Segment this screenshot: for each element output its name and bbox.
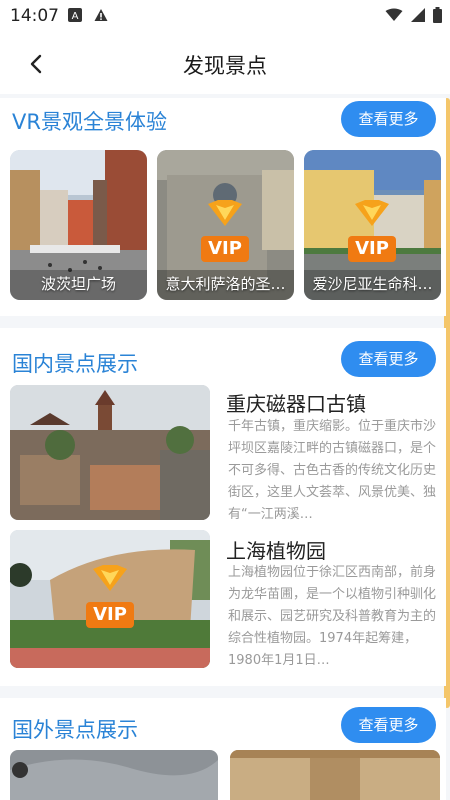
spot-description: 千年古镇，重庆缩影。位于重庆市沙坪坝区嘉陵江畔的古镇磁器口，是个不可多得、古色古… — [228, 419, 437, 522]
vip-crown-icon — [355, 200, 389, 226]
abroad-photo-1 — [10, 750, 218, 800]
vip-badge: VIP — [86, 602, 134, 628]
top-bar: 发现景点 — [0, 32, 450, 94]
vr-card-salo[interactable]: VIP 意大利萨洛的圣… — [157, 150, 294, 300]
abroad-section-title: 国外景点展示 — [12, 718, 138, 742]
abroad-image-1[interactable] — [10, 750, 218, 800]
domestic-more-button[interactable]: 查看更多 — [341, 341, 436, 377]
vip-crown-icon — [93, 565, 127, 591]
vr-card-estonia[interactable]: VIP 爱沙尼亚生命科… — [304, 150, 441, 300]
botanical-photo — [10, 530, 210, 668]
abroad-more-button[interactable]: 查看更多 — [341, 707, 436, 743]
signal-icon — [411, 8, 425, 22]
vr-caption: 意大利萨洛的圣… — [165, 275, 286, 293]
vr-card-potsdamer-platz[interactable]: 波茨坦广场 — [10, 150, 147, 300]
vr-section-title: VR景观全景体验 — [12, 110, 167, 134]
vr-more-button[interactable]: 查看更多 — [341, 101, 436, 137]
vr-caption: 爱沙尼亚生命科… — [312, 275, 433, 293]
page-title: 发现景点 — [183, 54, 267, 78]
spot-name[interactable]: 上海植物园 — [226, 535, 326, 564]
spot-image-shanghai-botanical[interactable]: VIP — [10, 530, 210, 668]
vip-badge: VIP — [201, 236, 249, 262]
spot-name[interactable]: 重庆磁器口古镇 — [226, 388, 366, 417]
status-time: 14:07 — [10, 6, 59, 26]
battery-icon — [433, 7, 442, 23]
spot-description: 上海植物园位于徐汇区西南部，前身为龙华苗圃，是一个以植物引种驯化和展示、园艺研究… — [228, 565, 437, 668]
vr-caption: 波茨坦广场 — [40, 275, 116, 293]
vip-crown-icon — [208, 200, 242, 226]
notification-a-icon: A — [68, 8, 82, 22]
abroad-photo-2 — [230, 750, 440, 800]
ciqikou-photo — [10, 385, 210, 520]
vip-badge: VIP — [348, 236, 396, 262]
wifi-icon — [385, 8, 403, 21]
spot-image-ciqikou[interactable] — [10, 385, 210, 520]
svg-text:A: A — [72, 11, 79, 22]
domestic-section-title: 国内景点展示 — [12, 352, 138, 376]
status-bar: 14:07 A — [0, 0, 450, 32]
warning-icon — [94, 9, 108, 21]
abroad-image-2[interactable] — [230, 750, 440, 800]
